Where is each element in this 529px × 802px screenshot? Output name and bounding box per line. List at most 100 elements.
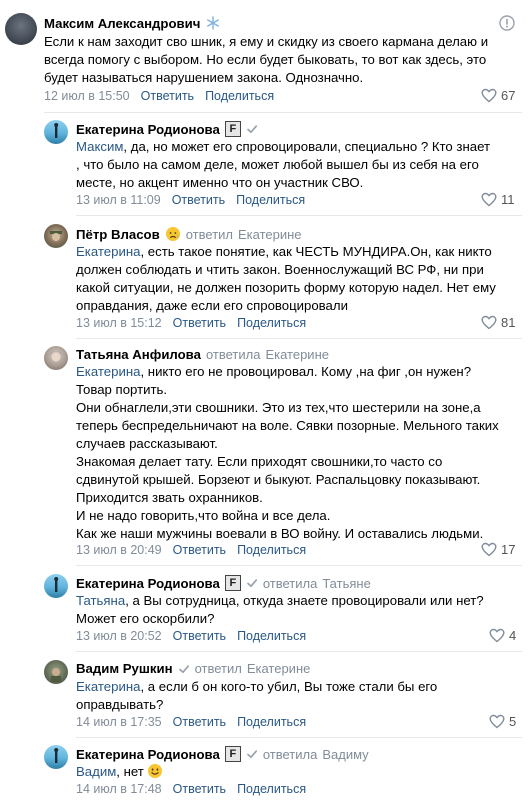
share-button[interactable]: Поделиться <box>237 629 306 643</box>
comment-author[interactable]: Пётр Власов ответил Екатерине <box>76 226 302 242</box>
like-button[interactable]: 67 <box>481 88 515 103</box>
avatar[interactable] <box>44 745 68 769</box>
avatar-figure-icon <box>54 123 59 138</box>
comment-author[interactable]: Екатерина Родионова F ответила Вадиму <box>76 746 369 762</box>
f-badge-icon: F <box>224 121 241 137</box>
comment-paragraph: Екатерина, есть такое понятие, как ЧЕСТЬ… <box>76 243 508 315</box>
author-name[interactable]: Екатерина Родионова <box>76 747 220 762</box>
share-button[interactable]: Поделиться <box>237 543 306 557</box>
author-name[interactable]: Максим Александрович <box>44 16 200 31</box>
share-button[interactable]: Поделиться <box>236 193 305 207</box>
reply-button[interactable]: Ответить <box>141 89 194 103</box>
reply-button[interactable]: Ответить <box>173 543 226 557</box>
reply-button[interactable]: Ответить <box>173 782 226 796</box>
like-count: 67 <box>501 88 516 103</box>
comment-date[interactable]: 13 июл в 15:12 <box>76 316 162 330</box>
mention-link[interactable]: Татьяна <box>76 593 125 608</box>
avatar[interactable] <box>44 574 68 598</box>
heart-icon <box>481 88 497 103</box>
heart-icon <box>481 315 497 330</box>
like-button[interactable]: 4 <box>489 628 516 643</box>
reply-to-link[interactable]: Екатерине <box>265 347 329 362</box>
comment-date[interactable]: 14 июл в 17:48 <box>76 782 162 796</box>
comment-date[interactable]: 13 июл в 20:52 <box>76 629 162 643</box>
like-button[interactable]: 17 <box>481 542 515 557</box>
author-name[interactable]: Пётр Власов <box>76 227 160 242</box>
comment-author[interactable]: Вадим Рушкин ответил Екатерине <box>76 661 310 676</box>
f-badge-icon: F <box>224 575 241 591</box>
reply-button[interactable]: Ответить <box>172 193 225 207</box>
author-name[interactable]: Екатерина Родионова <box>76 576 220 591</box>
reply-button[interactable]: Ответить <box>173 316 226 330</box>
reply-to-link[interactable]: Екатерине <box>247 661 311 676</box>
comment-author[interactable]: Татьяна Анфилова ответила Екатерине <box>76 347 329 362</box>
avatar[interactable] <box>44 346 68 370</box>
comment-author[interactable]: Екатерина Родионова F <box>76 121 258 137</box>
comment-text: Максим, да, но может его спровоцировали,… <box>76 138 496 192</box>
comment-meta: 13 июл в 11:09 Ответить Поделиться <box>76 193 305 207</box>
comment-paragraph: Знакомая делает тату. Если приходят свош… <box>76 454 481 505</box>
comment-text: Екатерина, никто его не провоцировал. Ко… <box>76 363 508 543</box>
avatar-person-icon <box>50 351 62 362</box>
comment-date[interactable]: 13 июл в 20:49 <box>76 543 162 557</box>
share-button[interactable]: Поделиться <box>237 316 306 330</box>
share-button[interactable]: Поделиться <box>237 715 306 729</box>
author-name[interactable]: Екатерина Родионова <box>76 122 220 137</box>
smile-emoji-icon <box>148 764 163 778</box>
mention-link[interactable]: Вадим <box>76 764 116 779</box>
verified-check-icon <box>178 664 189 673</box>
like-button[interactable]: 11 <box>481 192 515 207</box>
verified-check-icon <box>246 579 257 588</box>
mention-link[interactable]: Максим <box>76 139 123 154</box>
author-name[interactable]: Татьяна Анфилова <box>76 347 201 362</box>
heart-icon <box>489 714 505 729</box>
share-button[interactable]: Поделиться <box>237 782 306 796</box>
heart-icon <box>481 192 497 207</box>
reply-prefix: ответила <box>205 347 261 362</box>
comment-text: Вадим, нет <box>76 763 476 781</box>
divider <box>76 565 522 566</box>
divider <box>76 737 522 738</box>
like-count: 17 <box>501 542 516 557</box>
comment-paragraph: Если к нам заходит сво шник, я ему и ски… <box>44 34 489 85</box>
author-name[interactable]: Вадим Рушкин <box>76 661 173 676</box>
mention-link[interactable]: Екатерина <box>76 364 140 379</box>
comment-paragraph: Как же наши мужчины воевали в ВО войну. … <box>76 526 484 541</box>
heart-icon <box>489 628 505 643</box>
avatar[interactable] <box>44 660 68 684</box>
comment-paragraph: Екатерина, а если б он кого-то убил, Вы … <box>76 678 476 714</box>
comment-paragraph: Вадим, нет <box>76 763 476 781</box>
comment-author[interactable]: Екатерина Родионова F ответила Татьяне <box>76 575 371 591</box>
reply-button[interactable]: Ответить <box>173 715 226 729</box>
more-options-icon[interactable] <box>498 14 516 32</box>
comment-date[interactable]: 13 июл в 11:09 <box>76 193 161 207</box>
reply-to-link[interactable]: Екатерине <box>238 227 302 242</box>
comment-body: , да, но может его спровоцировали, специ… <box>76 139 491 190</box>
comment-date[interactable]: 14 июл в 17:35 <box>76 715 162 729</box>
mention-link[interactable]: Екатерина <box>76 244 140 259</box>
comment-text: Если к нам заходит сво шник, я ему и ски… <box>44 33 494 87</box>
comment-meta: 14 июл в 17:48 Ответить Поделиться <box>76 782 306 796</box>
reply-to-link[interactable]: Вадиму <box>322 747 368 762</box>
comment-text: Татьяна, а Вы сотрудница, откуда знаете … <box>76 592 496 628</box>
divider <box>44 112 522 113</box>
comment-paragraph: Они обнаглели,эти свошники. Это из тех,ч… <box>76 400 499 451</box>
avatar[interactable] <box>5 13 37 45</box>
avatar-person-icon <box>50 231 62 241</box>
share-button[interactable]: Поделиться <box>205 89 274 103</box>
comment-author[interactable]: Максим Александрович <box>44 15 221 31</box>
disappointed-emoji-icon <box>165 227 180 241</box>
comment-paragraph: Екатерина, никто его не провоцировал. Ко… <box>76 363 508 399</box>
comment-body: , а Вы сотрудница, откуда знаете провоци… <box>76 593 484 626</box>
divider <box>76 338 522 339</box>
comment-date[interactable]: 12 июл в 15:50 <box>44 89 130 103</box>
mention-link[interactable]: Екатерина <box>76 679 140 694</box>
heart-icon <box>481 542 497 557</box>
like-button[interactable]: 5 <box>489 714 516 729</box>
comment-body: , нет <box>116 764 144 779</box>
avatar[interactable] <box>44 224 68 248</box>
avatar[interactable] <box>44 120 68 144</box>
like-button[interactable]: 81 <box>481 315 515 330</box>
reply-button[interactable]: Ответить <box>173 629 226 643</box>
reply-to-link[interactable]: Татьяне <box>322 576 370 591</box>
